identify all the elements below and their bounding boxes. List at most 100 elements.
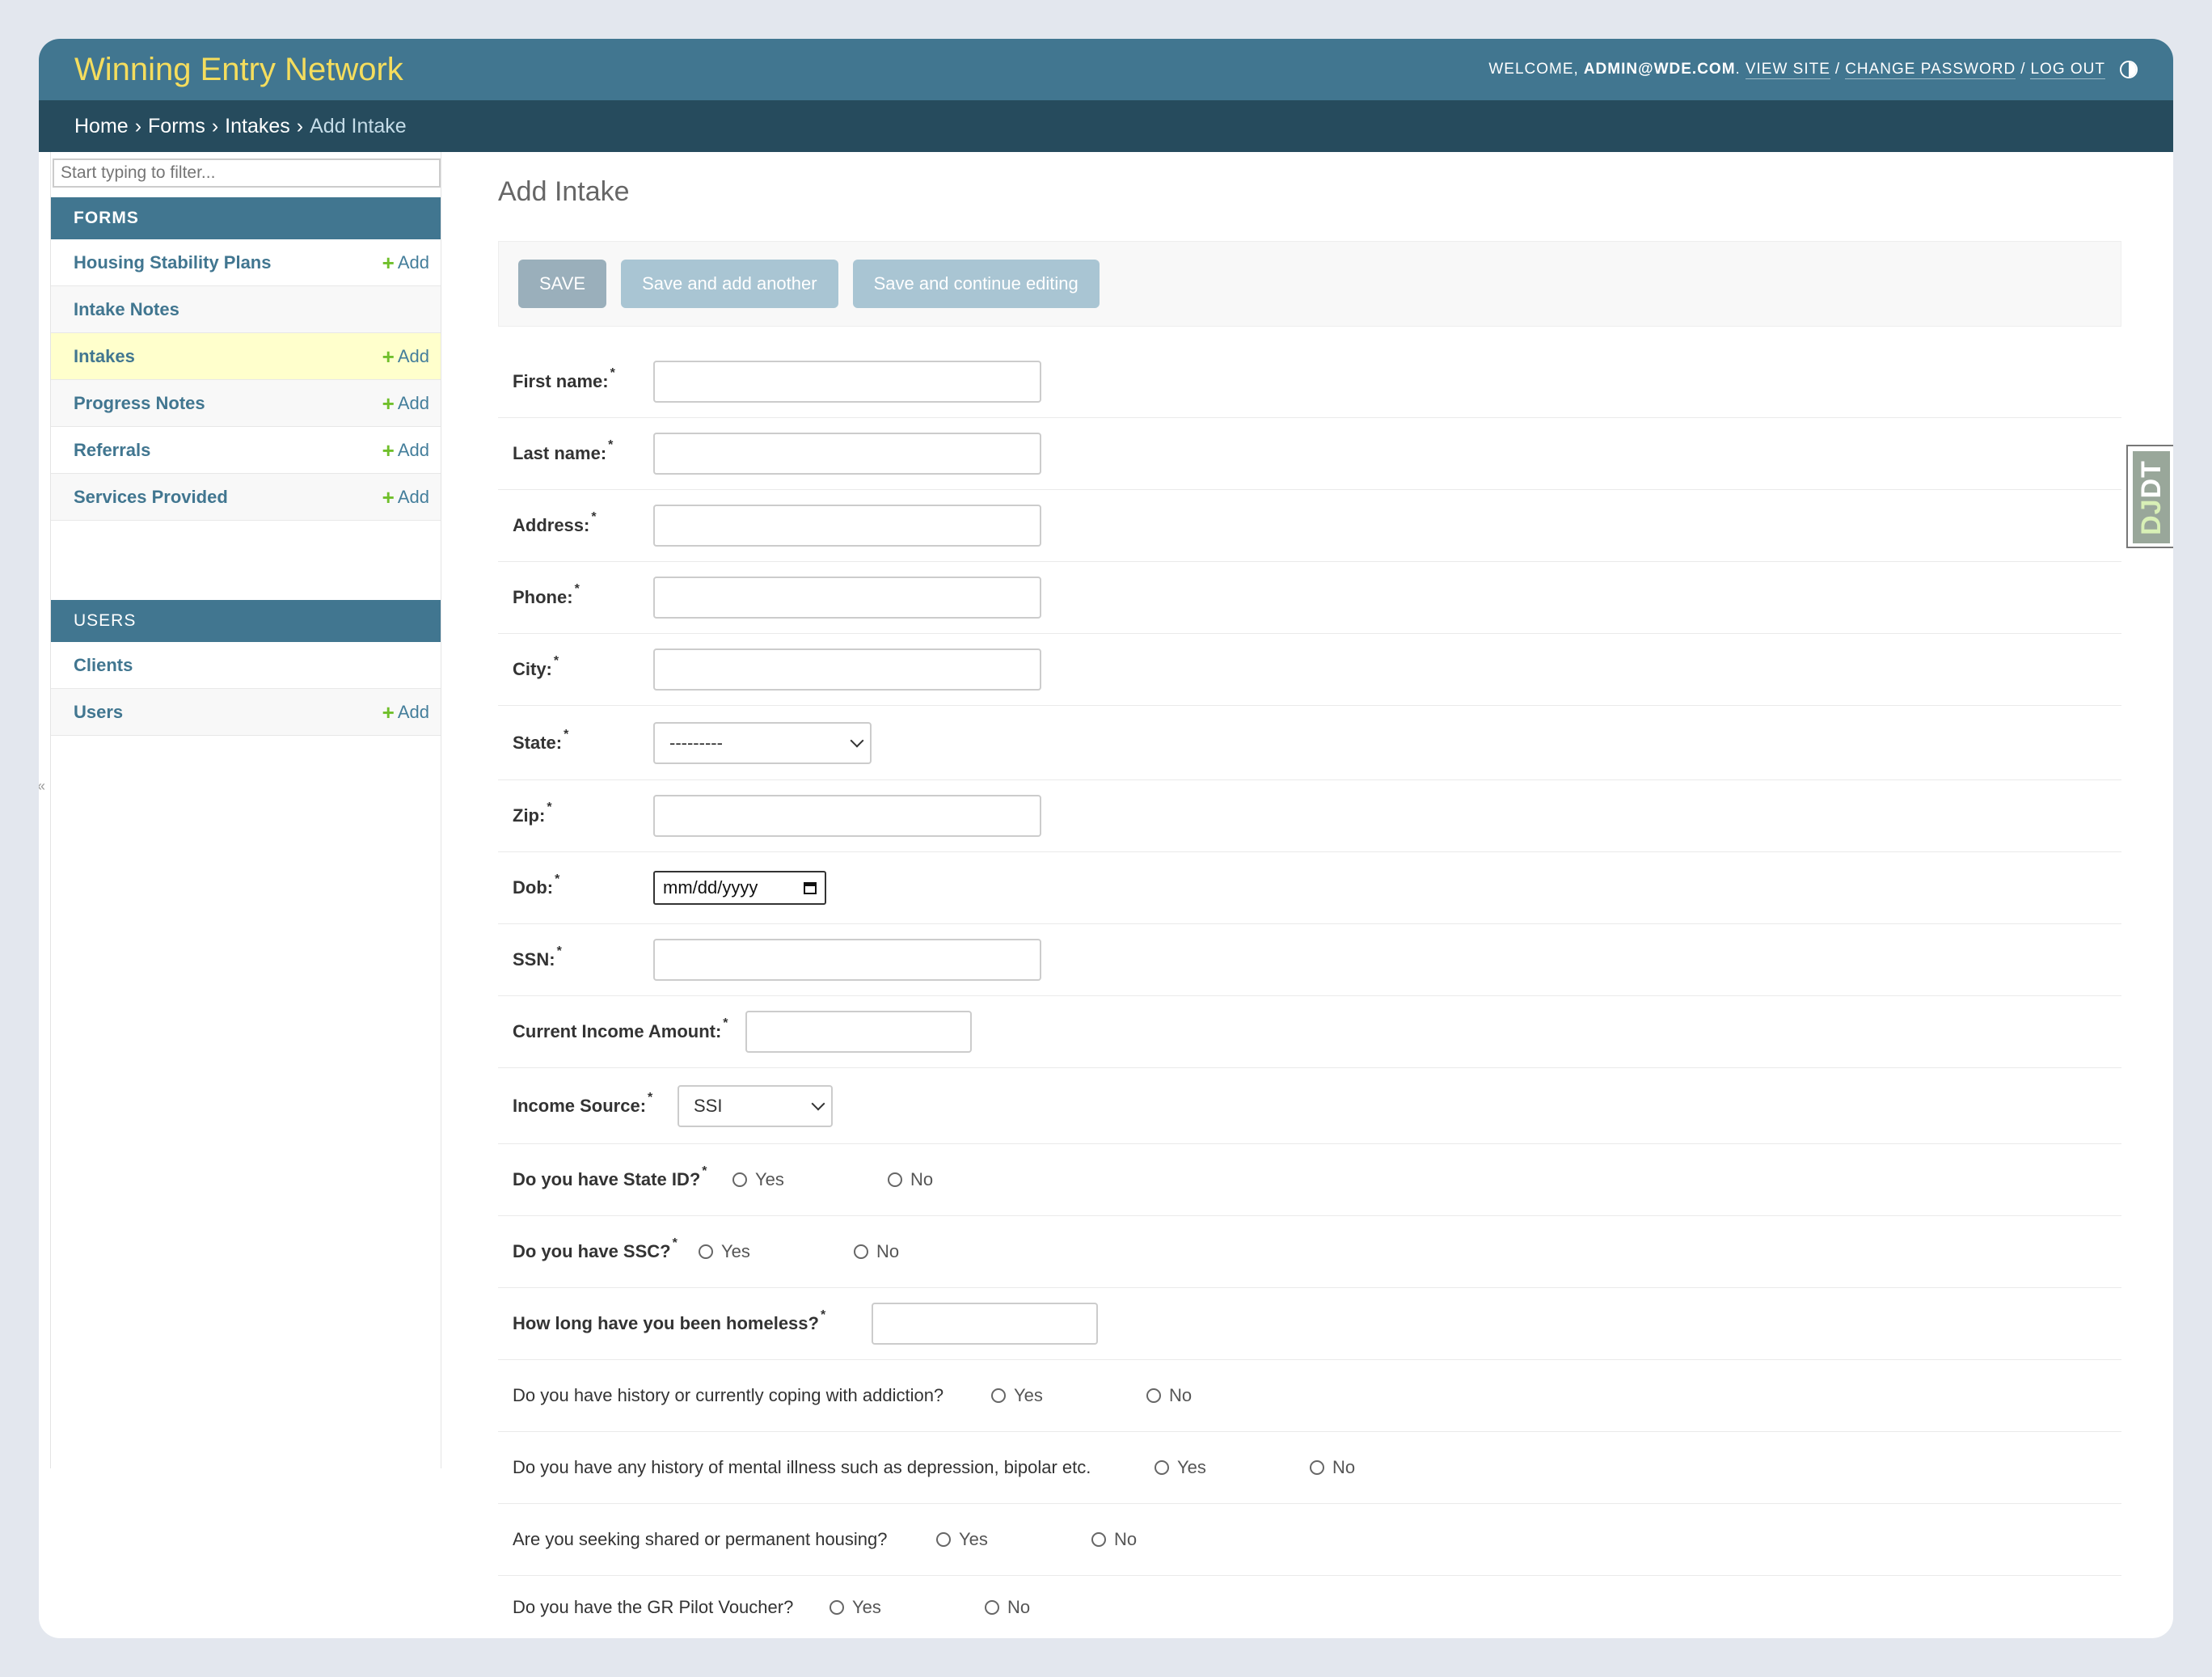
sidebar-item-progress-notes[interactable]: Progress Notes + Add	[51, 380, 441, 427]
state-id-radio-group: Yes No	[732, 1169, 933, 1190]
add-label: Add	[397, 345, 429, 366]
forms-caption[interactable]: FORMS	[51, 197, 441, 239]
plus-icon: +	[382, 484, 395, 509]
sidebar-item-label[interactable]: Progress Notes	[74, 393, 205, 414]
radio-circle-icon[interactable]	[1155, 1460, 1169, 1475]
field-ssn: SSN: *	[498, 924, 2121, 996]
housing-no-radio[interactable]: No	[1091, 1529, 1137, 1550]
state-select[interactable]: ---------	[653, 721, 872, 764]
addiction-yes-radio[interactable]: Yes	[991, 1385, 1146, 1406]
sidebar-item-housing-stability-plans[interactable]: Housing Stability Plans + Add	[51, 239, 441, 286]
ssc-yes-radio[interactable]: Yes	[699, 1241, 854, 1262]
add-label: Add	[397, 439, 429, 460]
forms-module: FORMS Housing Stability Plans + Add Intak…	[51, 197, 441, 521]
users-caption[interactable]: USERS	[51, 600, 441, 642]
sidebar-item-label[interactable]: Users	[74, 702, 123, 723]
housing-yes-radio[interactable]: Yes	[936, 1529, 1091, 1550]
dob-label: Dob: *	[513, 872, 560, 898]
add-link[interactable]: + Add	[382, 702, 429, 723]
breadcrumb-intakes[interactable]: Intakes	[225, 115, 290, 138]
add-link[interactable]: + Add	[382, 440, 429, 461]
sidebar-item-label[interactable]: Services Provided	[74, 487, 228, 508]
radio-circle-icon[interactable]	[699, 1244, 713, 1259]
gr-voucher-yes-radio[interactable]: Yes	[830, 1597, 985, 1618]
field-housing: Are you seeking shared or permanent hous…	[498, 1504, 2121, 1576]
dob-date-input[interactable]: mm/dd/yyyy	[653, 871, 826, 905]
radio-circle-icon[interactable]	[732, 1172, 747, 1187]
browser-frame: Winning Entry Network WELCOME, ADMIN@WDE…	[39, 39, 2173, 1638]
debug-toolbar-handle[interactable]: DJDT	[2126, 445, 2173, 548]
zip-input[interactable]	[653, 795, 1041, 837]
radio-circle-icon[interactable]	[936, 1532, 951, 1547]
debug-toolbar-logo[interactable]: DJDT	[2133, 451, 2170, 543]
city-input[interactable]	[653, 648, 1041, 691]
phone-input[interactable]	[653, 577, 1041, 619]
sidebar-item-label[interactable]: Intake Notes	[74, 299, 179, 320]
income-amount-label: Current Income Amount: *	[513, 1016, 728, 1041]
add-link[interactable]: + Add	[382, 252, 429, 273]
add-link[interactable]: + Add	[382, 346, 429, 367]
income-source-select[interactable]: SSI	[678, 1084, 833, 1127]
first-name-label: First name: *	[513, 366, 615, 391]
calendar-icon[interactable]	[804, 881, 817, 894]
radio-circle-icon[interactable]	[830, 1600, 844, 1615]
add-link[interactable]: + Add	[382, 393, 429, 414]
last-name-label: Last name: *	[513, 438, 614, 463]
log-out-link[interactable]: LOG OUT	[2030, 61, 2105, 79]
sidebar-item-intake-notes[interactable]: Intake Notes	[51, 286, 441, 333]
state-id-yes-radio[interactable]: Yes	[732, 1169, 888, 1190]
sidebar-item-label[interactable]: Intakes	[74, 346, 135, 367]
mental-illness-yes-radio[interactable]: Yes	[1155, 1457, 1310, 1478]
radio-circle-icon[interactable]	[888, 1172, 902, 1187]
sidebar-item-intakes[interactable]: Intakes + Add	[51, 333, 441, 380]
add-link[interactable]: + Add	[382, 487, 429, 508]
radio-circle-icon[interactable]	[991, 1388, 1006, 1403]
save-and-continue-button[interactable]: Save and continue editing	[852, 260, 1100, 308]
ssc-no-radio[interactable]: No	[854, 1241, 899, 1262]
radio-circle-icon[interactable]	[854, 1244, 868, 1259]
sidebar-item-clients[interactable]: Clients	[51, 642, 441, 689]
ssn-input[interactable]	[653, 939, 1041, 981]
addiction-no-radio[interactable]: No	[1146, 1385, 1192, 1406]
homeless-duration-input[interactable]	[872, 1303, 1098, 1345]
view-site-link[interactable]: VIEW SITE	[1745, 61, 1830, 79]
sidebar-item-label[interactable]: Referrals	[74, 440, 150, 461]
site-brand[interactable]: Winning Entry Network	[74, 52, 403, 88]
plus-icon: +	[382, 437, 395, 463]
sidebar-item-label[interactable]: Clients	[74, 655, 133, 676]
first-name-input[interactable]	[653, 361, 1041, 403]
change-password-link[interactable]: CHANGE PASSWORD	[1845, 61, 2016, 79]
sidebar-filter-input[interactable]	[53, 158, 441, 188]
sidebar-collapse-icon[interactable]: «	[39, 778, 45, 795]
field-phone: Phone: *	[498, 562, 2121, 634]
breadcrumb-separator: ›	[211, 114, 219, 137]
housing-radio-group: Yes No	[936, 1529, 1137, 1550]
address-input[interactable]	[653, 505, 1041, 547]
sidebar-item-users[interactable]: Users + Add	[51, 689, 441, 736]
state-id-no-radio[interactable]: No	[888, 1169, 933, 1190]
radio-circle-icon[interactable]	[1310, 1460, 1324, 1475]
add-label: Add	[397, 392, 429, 413]
save-and-add-another-button[interactable]: Save and add another	[621, 260, 838, 308]
gr-voucher-no-radio[interactable]: No	[985, 1597, 1030, 1618]
income-amount-input[interactable]	[745, 1011, 972, 1053]
mental-illness-no-radio[interactable]: No	[1310, 1457, 1355, 1478]
field-last-name: Last name: *	[498, 418, 2121, 490]
state-label: State: *	[513, 727, 569, 753]
sidebar-item-referrals[interactable]: Referrals + Add	[51, 427, 441, 474]
breadcrumb-home[interactable]: Home	[74, 115, 129, 138]
last-name-input[interactable]	[653, 433, 1041, 475]
theme-toggle-icon[interactable]	[2120, 61, 2138, 78]
field-ssc: Do you have SSC? * Yes No	[498, 1216, 2121, 1288]
radio-circle-icon[interactable]	[1091, 1532, 1106, 1547]
addiction-radio-group: Yes No	[991, 1385, 1192, 1406]
radio-circle-icon[interactable]	[1146, 1388, 1161, 1403]
save-button[interactable]: SAVE	[518, 260, 607, 308]
welcome-text: WELCOME,	[1488, 61, 1579, 78]
breadcrumb-forms[interactable]: Forms	[148, 115, 205, 138]
breadcrumb-separator: ›	[134, 114, 142, 137]
plus-icon: +	[382, 391, 395, 416]
sidebar-item-services-provided[interactable]: Services Provided + Add	[51, 474, 441, 521]
radio-circle-icon[interactable]	[985, 1600, 999, 1615]
sidebar-item-label[interactable]: Housing Stability Plans	[74, 252, 271, 273]
